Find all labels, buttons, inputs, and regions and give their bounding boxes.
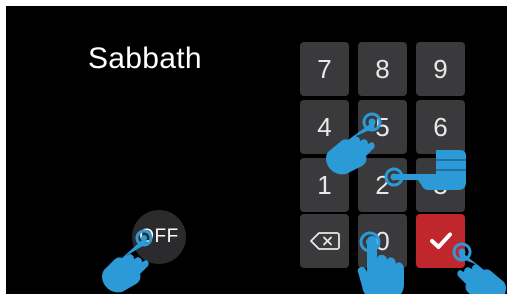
swipe-hand-icon: [384, 150, 466, 190]
tap-hand-icon: [102, 229, 153, 293]
key-8[interactable]: 8: [358, 42, 407, 96]
backspace-button[interactable]: [300, 214, 349, 268]
tap-hand-icon: [357, 231, 404, 294]
key-9[interactable]: 9: [416, 42, 465, 96]
tap-hand-icon: [452, 242, 506, 294]
backspace-icon: [309, 232, 340, 250]
display-screen: Sabbath OFF 7 8 9 4 5 6 1 2 3 0: [6, 6, 507, 294]
key-7[interactable]: 7: [300, 42, 349, 96]
mode-title: Sabbath: [88, 42, 202, 75]
tap-hand-icon: [326, 112, 382, 175]
